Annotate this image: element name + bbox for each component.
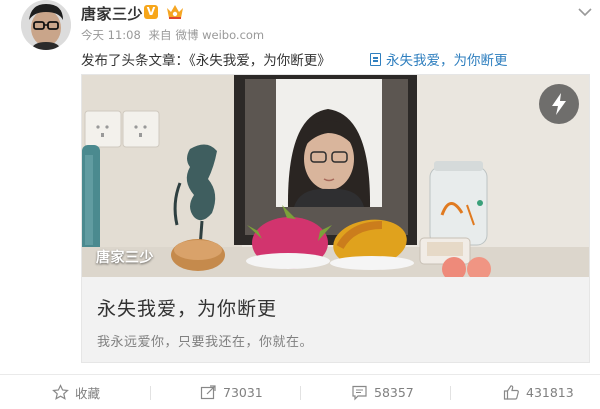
avatar[interactable] (21, 0, 71, 50)
article-card[interactable]: 唐家三少 永失我爱，为你断更 我永远爱你，只要我还在，你就在。 (81, 74, 590, 363)
post-text: 发布了头条文章：《永失我爱，为你断更》 (81, 49, 331, 69)
comment-count: 58357 (374, 385, 414, 400)
comment-icon (352, 385, 367, 401)
post-time[interactable]: 今天 11:08 (81, 28, 141, 42)
favorite-button[interactable]: 收藏 (52, 375, 100, 409)
article-link[interactable]: 永失我爱，为你断更 (370, 49, 508, 69)
toolbar-divider (450, 386, 451, 400)
source-prefix: 来自 (148, 28, 172, 42)
article-link-text[interactable]: 永失我爱，为你断更 (386, 53, 508, 69)
post-meta: 今天 11:08 来自 微博 weibo.com (81, 27, 268, 43)
thumbs-up-icon (503, 385, 519, 400)
cover-caption: 唐家三少 (96, 250, 154, 266)
repost-button[interactable]: 73031 (200, 375, 263, 409)
star-icon (52, 384, 69, 400)
article-title[interactable]: 永失我爱，为你断更 (97, 294, 277, 321)
post-article-title: 《永失我爱，为你断更》 (189, 53, 331, 69)
article-doc-icon (370, 53, 381, 66)
post-text-prefix: 发布了头条文章： (81, 53, 189, 69)
post-action-bar: 收藏 73031 58357 431813 (0, 374, 600, 409)
author-name[interactable]: 唐家三少 (81, 3, 143, 24)
comment-button[interactable]: 58357 (351, 375, 414, 409)
like-button[interactable]: 431813 (503, 375, 574, 409)
favorite-label: 收藏 (75, 386, 101, 401)
article-cover-image[interactable]: 唐家三少 (82, 75, 589, 277)
toolbar-divider (300, 386, 301, 400)
verified-badge: V (144, 5, 158, 19)
article-summary: 我永远爱你，只要我还在，你就在。 (97, 335, 314, 350)
lightning-icon[interactable] (539, 84, 579, 124)
toolbar-divider (150, 386, 151, 400)
post-source[interactable]: 微博 weibo.com (175, 28, 264, 42)
member-crown-icon[interactable] (165, 3, 185, 20)
like-count: 431813 (526, 385, 574, 400)
repost-icon (200, 385, 216, 400)
repost-count: 73031 (223, 385, 263, 400)
chevron-down-icon[interactable] (577, 2, 593, 17)
